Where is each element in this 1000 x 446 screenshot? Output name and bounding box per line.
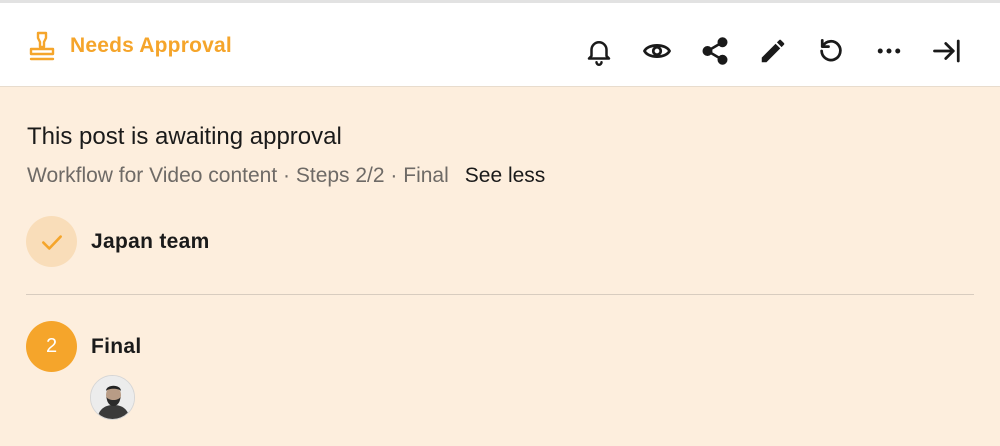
more-options-button[interactable] (867, 32, 911, 70)
step-number-badge: 2 (26, 321, 77, 372)
banner-title: This post is awaiting approval (27, 123, 342, 150)
refresh-button[interactable] (809, 32, 853, 70)
preview-button[interactable] (635, 32, 679, 70)
step-completed-badge (26, 216, 77, 267)
status-label: Needs Approval (70, 34, 232, 57)
workflow-meta: Workflow for Video content · Steps 2/2 ·… (27, 161, 545, 191)
pencil-icon (761, 39, 785, 63)
workflow-meta-text: Workflow for Video content · Steps 2/2 ·… (27, 164, 449, 187)
eye-icon (642, 44, 672, 58)
collapse-panel-button[interactable] (925, 32, 969, 70)
approval-banner: This post is awaiting approval Workflow … (27, 120, 987, 187)
bell-icon (587, 41, 611, 66)
post-header: Needs Approval (0, 3, 1000, 87)
step-name: Japan team (91, 229, 210, 253)
see-less-link[interactable]: See less (465, 164, 546, 187)
status-indicator[interactable]: Needs Approval (27, 29, 232, 63)
notifications-button[interactable] (577, 32, 621, 70)
more-icon (877, 48, 901, 54)
checkmark-icon (41, 234, 62, 250)
edit-button[interactable] (751, 32, 795, 70)
workflow-step-1: Japan team (26, 216, 210, 267)
person-photo-icon (91, 376, 134, 419)
approver-avatar[interactable] (90, 375, 135, 420)
stamp-icon (29, 31, 55, 61)
share-icon (702, 37, 728, 65)
collapse-panel-icon (933, 39, 960, 63)
workflow-step-2: 2 Final (26, 321, 142, 372)
divider (26, 294, 974, 295)
share-button[interactable] (693, 32, 737, 70)
step-name: Final (91, 334, 142, 358)
refresh-icon (820, 39, 842, 62)
